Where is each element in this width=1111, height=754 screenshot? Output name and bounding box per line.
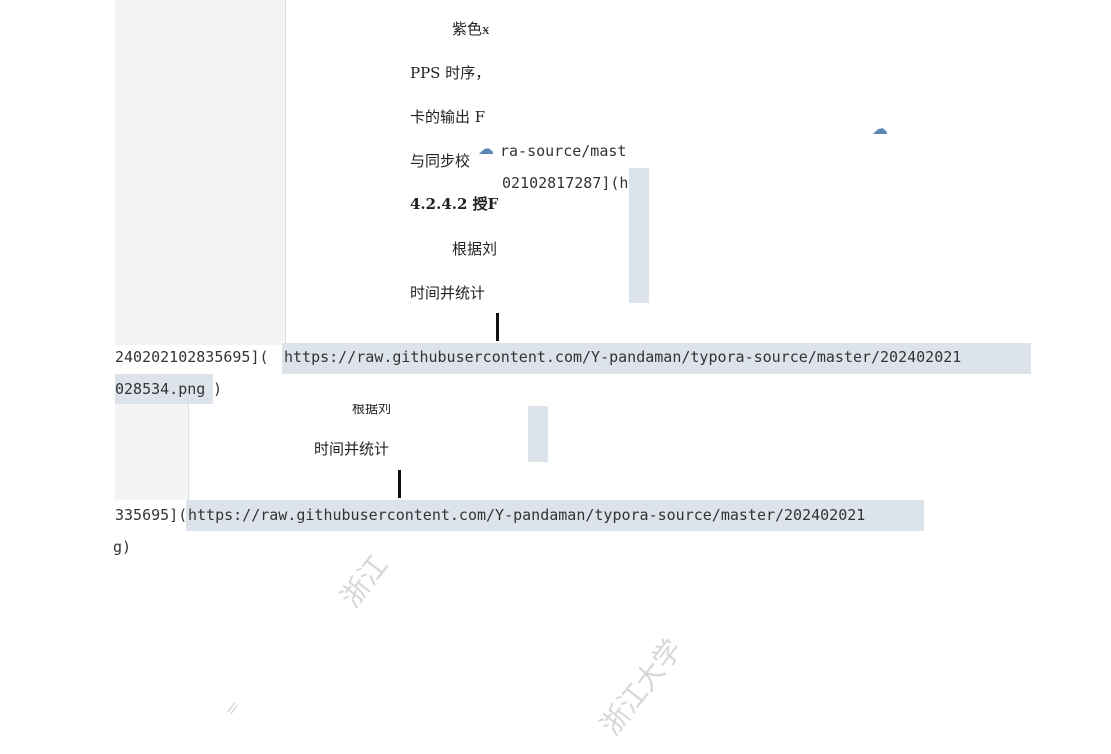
raw-link-prefix: 335695]( [115, 506, 188, 524]
doc-lower-partial: 根据刘 [352, 402, 392, 417]
doc-line-2: PPS 时序， [410, 64, 491, 82]
raw-link-url[interactable]: https://raw.githubusercontent.com/Y-pand… [188, 506, 865, 524]
doc-line-7: 时间并统计 [410, 284, 486, 302]
doc-line-1: 紫色ӿ [452, 20, 490, 38]
raw-link-url[interactable]: https://raw.githubusercontent.com/Y-pand… [284, 348, 961, 366]
text-cursor [496, 313, 499, 341]
selection-highlight [629, 168, 649, 303]
cloud-icon: ☁ [478, 139, 494, 158]
selection-highlight [528, 406, 548, 462]
watermark: = [220, 696, 246, 721]
text-cursor [398, 470, 401, 498]
doc-line-4: 与同步校 [410, 152, 471, 170]
watermark: 浙江 [333, 548, 395, 614]
doc-line-6: 根据刘 [452, 240, 498, 258]
raw-fragment-2: 02102817287](h [502, 174, 629, 192]
doc-line-3: 卡的输出 F [410, 108, 486, 126]
watermark: 浙江大学 [593, 632, 689, 742]
raw-link-close: ) [213, 380, 223, 398]
raw-link-cont: 028534.png [115, 380, 206, 398]
cloud-icon: ☁ [872, 119, 888, 138]
document-canvas[interactable]: 紫色ӿ PPS 时序， 卡的输出 F 与同步校 4.2.4.2 授F 根据刘 时… [0, 0, 1111, 754]
doc-lower-line: 时间并统计 [314, 440, 390, 458]
raw-link-cont: g) [113, 538, 132, 556]
raw-fragment-1: ra-source/mast [500, 142, 627, 160]
raw-link-prefix: 240202102835695]( [115, 348, 269, 366]
doc-heading: 4.2.4.2 授F [410, 195, 499, 213]
